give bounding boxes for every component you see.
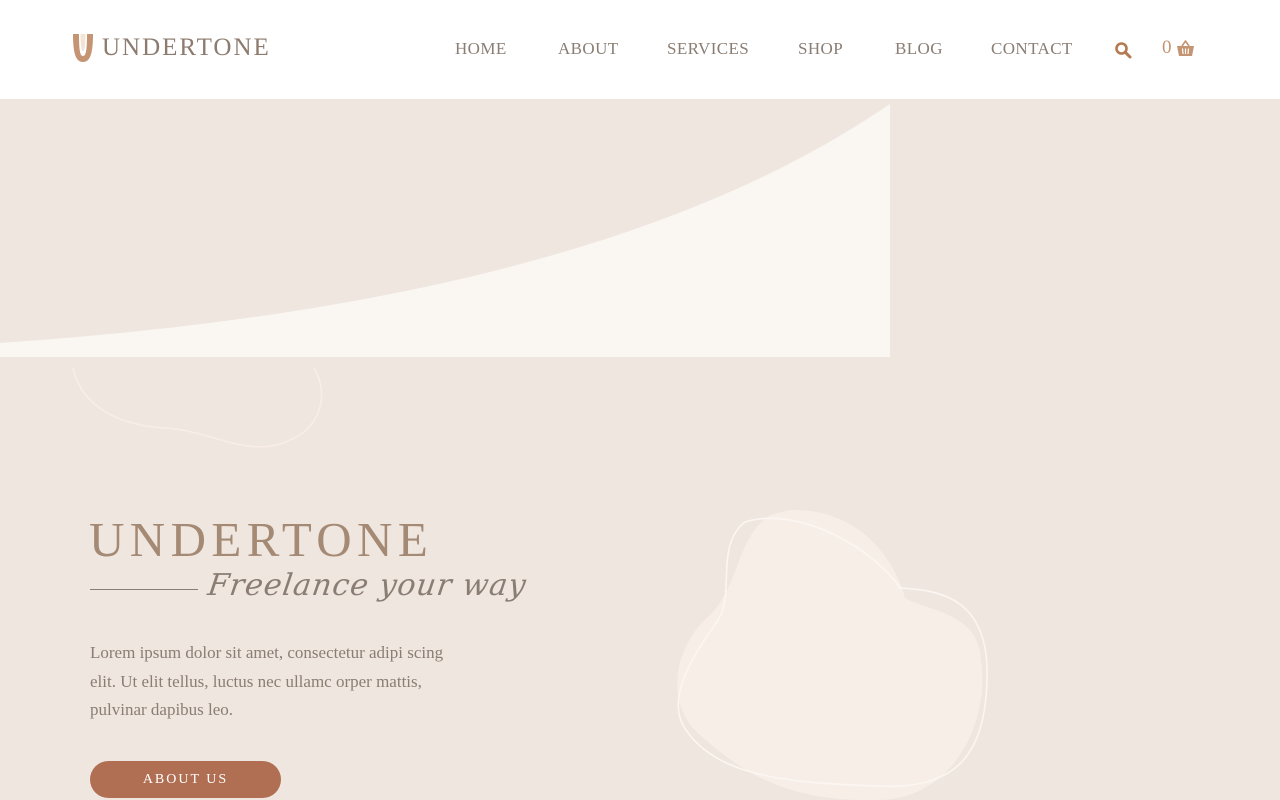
site-header: UNDERTONE HOME ABOUT SERVICES SHOP BLOG … <box>0 0 1280 99</box>
nav-blog[interactable]: BLOG <box>895 38 943 60</box>
hero-tagline: Freelance your way <box>205 568 529 603</box>
tagline-divider <box>90 589 198 590</box>
hero-body-text: Lorem ipsum dolor sit amet, consectetur … <box>90 643 444 719</box>
logo-mark-icon <box>73 34 93 62</box>
nav-contact[interactable]: CONTACT <box>991 38 1073 60</box>
search-icon[interactable] <box>1114 41 1132 59</box>
cart-count: 0 <box>1162 37 1172 58</box>
filled-blob <box>677 509 983 800</box>
hero-title: UNDERTONE <box>89 512 434 567</box>
basket-icon <box>1176 39 1194 56</box>
logo-text: UNDERTONE <box>102 34 271 61</box>
site-logo[interactable]: UNDERTONE <box>70 32 271 64</box>
cart-button[interactable]: 0 <box>1162 37 1195 59</box>
line-blob-top <box>72 367 323 448</box>
about-us-button[interactable]: ABOUT US <box>90 761 281 798</box>
nav-shop[interactable]: SHOP <box>798 38 843 60</box>
nav-about[interactable]: ABOUT <box>558 38 619 60</box>
nav-services[interactable]: SERVICES <box>667 38 749 60</box>
nav-home[interactable]: HOME <box>455 38 507 60</box>
cream-panel-shape <box>0 104 890 357</box>
